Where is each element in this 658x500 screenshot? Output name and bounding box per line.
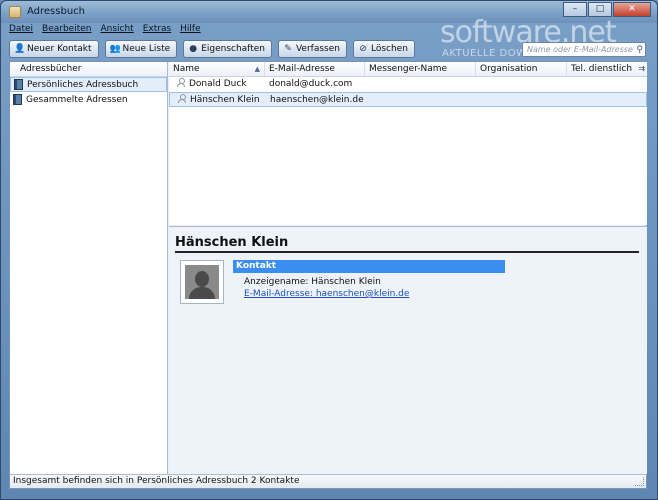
properties-icon: ● bbox=[189, 44, 198, 54]
column-name[interactable]: Name ▲ bbox=[169, 62, 265, 76]
contact-email: donald@duck.com bbox=[269, 79, 353, 89]
search-icon[interactable]: ⚲ bbox=[636, 44, 643, 57]
menu-hilfe[interactable]: Hilfe bbox=[180, 24, 200, 38]
sidebar-item-personal[interactable]: Persönliches Adressbuch bbox=[10, 77, 167, 92]
compose-label: Verfassen bbox=[295, 44, 340, 54]
close-button[interactable]: ✕ bbox=[613, 2, 651, 17]
menu-ansicht[interactable]: Ansicht bbox=[100, 24, 133, 38]
menu-extras[interactable]: Extras bbox=[143, 24, 171, 38]
delete-label: Löschen bbox=[370, 44, 408, 54]
delete-button[interactable]: ⊘ Löschen bbox=[352, 40, 415, 58]
contact-name: Hänschen Klein bbox=[190, 95, 260, 105]
sidebar-item-collected[interactable]: Gesammelte Adressen bbox=[10, 92, 167, 107]
status-bar: Insgesamt befinden sich in Persönliches … bbox=[10, 474, 646, 488]
sidebar-item-label: Gesammelte Adressen bbox=[26, 94, 128, 105]
compose-button[interactable]: ✎ Verfassen bbox=[277, 40, 347, 58]
book-icon bbox=[14, 79, 23, 90]
divider bbox=[175, 251, 639, 253]
new-list-label: Neue Liste bbox=[122, 44, 171, 54]
contact-icon bbox=[178, 94, 186, 103]
menu-datei[interactable]: Datei bbox=[9, 24, 33, 38]
column-email[interactable]: E-Mail-Adresse bbox=[265, 62, 365, 76]
display-name-field: Anzeigename: Hänschen Klein bbox=[244, 277, 381, 287]
window-title: Adressbuch bbox=[27, 6, 85, 17]
new-contact-icon: 👤 bbox=[14, 44, 26, 54]
minimize-button[interactable]: – bbox=[563, 2, 587, 17]
menu-bearbeiten[interactable]: Bearbeiten bbox=[42, 24, 91, 38]
sort-ascending-icon: ▲ bbox=[254, 65, 260, 73]
address-book-icon bbox=[9, 6, 21, 18]
contact-list: Name ▲ E-Mail-Adresse Messenger-Name Org… bbox=[169, 62, 647, 225]
address-book-sidebar: Adressbücher Persönliches Adressbuch Ges… bbox=[10, 62, 168, 474]
contact-email: haenschen@klein.de bbox=[270, 95, 364, 105]
sidebar-item-label: Persönliches Adressbuch bbox=[27, 79, 139, 90]
search-input[interactable]: Name oder E-Mail-Adresse ⚲ bbox=[522, 42, 646, 57]
resize-grip-icon[interactable] bbox=[635, 477, 644, 486]
contact-icon bbox=[177, 78, 185, 87]
table-row[interactable]: Donald Duck donald@duck.com bbox=[169, 77, 647, 92]
contact-detail-pane: Hänschen Klein Kontakt Anzeigename: Häns… bbox=[169, 226, 647, 474]
column-picker-icon[interactable]: ⇉ bbox=[638, 64, 645, 73]
client-area: Adressbücher Persönliches Adressbuch Ges… bbox=[9, 61, 647, 489]
title-bar[interactable]: Adressbuch – □ ✕ bbox=[1, 1, 657, 23]
email-link[interactable]: E-Mail-Adresse: haenschen@klein.de bbox=[244, 289, 409, 299]
contact-name: Donald Duck bbox=[189, 79, 247, 89]
column-headers: Name ▲ E-Mail-Adresse Messenger-Name Org… bbox=[169, 62, 647, 77]
new-contact-button[interactable]: 👤 Neuer Kontakt bbox=[9, 40, 99, 58]
properties-button[interactable]: ● Eigenschaften bbox=[183, 40, 272, 58]
properties-label: Eigenschaften bbox=[201, 44, 265, 54]
contact-photo bbox=[180, 260, 224, 304]
column-organisation[interactable]: Organisation bbox=[476, 62, 567, 76]
status-text: Insgesamt befinden sich in Persönliches … bbox=[13, 476, 300, 486]
menu-bar: Datei Bearbeiten Ansicht Extras Hilfe bbox=[9, 24, 201, 38]
maximize-button[interactable]: □ bbox=[588, 2, 612, 17]
contact-detail-name: Hänschen Klein bbox=[175, 235, 289, 250]
pencil-icon: ✎ bbox=[284, 44, 292, 54]
column-phone-work[interactable]: Tel. dienstlich bbox=[567, 62, 647, 76]
column-messenger[interactable]: Messenger-Name bbox=[365, 62, 476, 76]
address-book-window: Adressbuch – □ ✕ software.net AKTUELLE D… bbox=[0, 0, 658, 500]
new-contact-label: Neuer Kontakt bbox=[27, 44, 92, 54]
column-phone-label: Tel. dienstlich bbox=[571, 64, 633, 74]
column-organisation-label: Organisation bbox=[480, 64, 538, 74]
section-header-contact: Kontakt bbox=[233, 260, 505, 273]
new-list-button[interactable]: 👥 Neue Liste bbox=[104, 40, 178, 58]
column-name-label: Name bbox=[173, 64, 200, 74]
sidebar-header[interactable]: Adressbücher bbox=[10, 62, 167, 77]
new-list-icon: 👥 bbox=[109, 44, 121, 54]
book-icon bbox=[13, 94, 22, 105]
toolbar: 👤 Neuer Kontakt 👥 Neue Liste ● Eigenscha… bbox=[9, 40, 415, 59]
column-messenger-label: Messenger-Name bbox=[369, 64, 448, 74]
search-placeholder: Name oder E-Mail-Adresse bbox=[527, 45, 633, 54]
table-row[interactable]: Hänschen Klein haenschen@klein.de bbox=[169, 92, 647, 107]
delete-icon: ⊘ bbox=[359, 44, 367, 54]
column-email-label: E-Mail-Adresse bbox=[269, 64, 335, 74]
